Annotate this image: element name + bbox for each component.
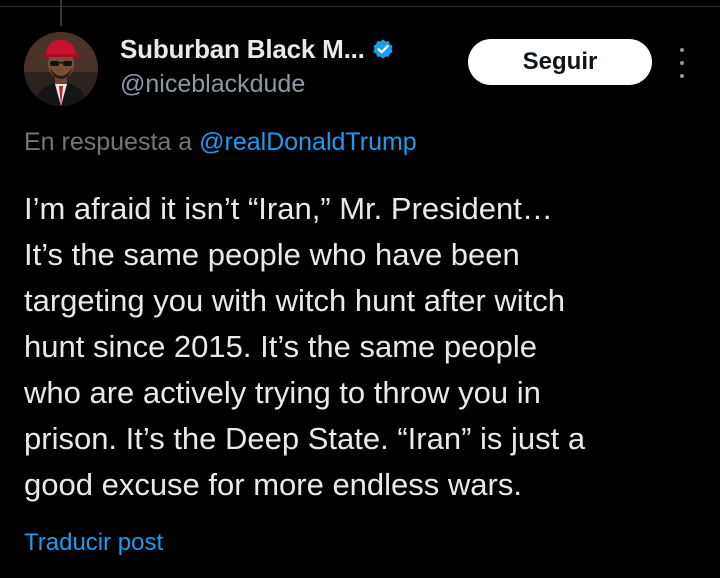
follow-button[interactable]: Seguir xyxy=(468,39,652,85)
author-handle[interactable]: @niceblackdude xyxy=(120,70,305,99)
more-dot xyxy=(680,48,684,52)
author-name-row: Suburban Black M... xyxy=(120,34,395,65)
translate-post-link[interactable]: Traducir post xyxy=(24,529,163,557)
tweet-text-line: good excuse for more endless wars. xyxy=(24,467,522,502)
tweet-text-line: targeting you with witch hunt after witc… xyxy=(24,283,566,318)
top-divider xyxy=(0,6,720,7)
tweet-text-line: who are actively trying to throw you in xyxy=(24,375,541,410)
reply-mention-link[interactable]: @realDonaldTrump xyxy=(199,128,417,156)
verified-badge-icon xyxy=(371,38,395,62)
reply-prefix: En respuesta a xyxy=(24,128,193,156)
tweet-text: I’m afraid it isn’t “Iran,” Mr. Presiden… xyxy=(24,186,704,508)
reply-context: En respuesta a @realDonaldTrump xyxy=(24,128,417,157)
author-display-name[interactable]: Suburban Black M... xyxy=(120,34,365,65)
avatar-image xyxy=(24,32,98,106)
avatar[interactable] xyxy=(24,32,98,106)
more-dot xyxy=(680,74,684,78)
more-dot xyxy=(680,61,684,65)
more-vertical-icon[interactable] xyxy=(672,48,692,78)
tweet-text-line: I’m afraid it isn’t “Iran,” Mr. Presiden… xyxy=(24,191,553,226)
tweet-text-line: hunt since 2015. It’s the same people xyxy=(24,329,537,364)
tweet-text-line: It’s the same people who have been xyxy=(24,237,520,272)
thread-connector-line xyxy=(60,0,62,26)
tweet-text-line: prison. It’s the Deep State. “Iran” is j… xyxy=(24,421,586,456)
